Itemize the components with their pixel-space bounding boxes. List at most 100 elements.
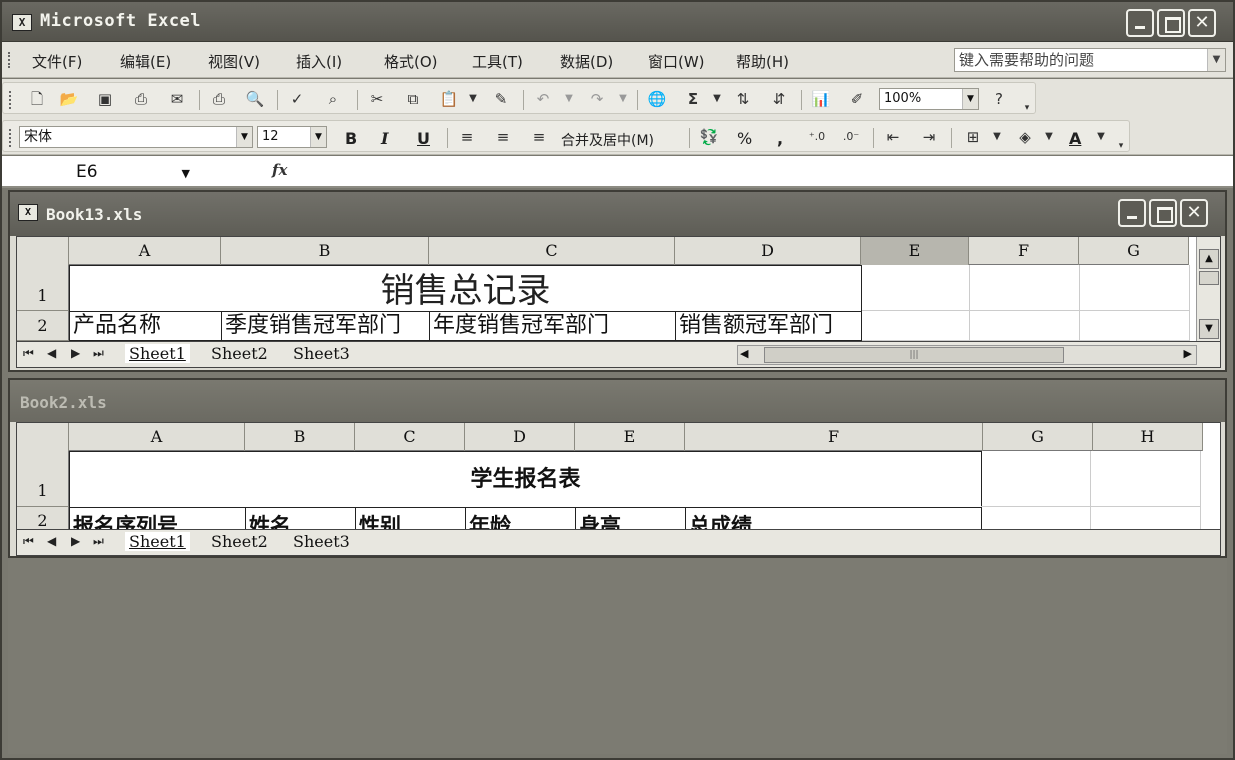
column-header-c[interactable]: C <box>355 423 465 451</box>
chevron-down-icon[interactable]: ▼ <box>463 90 483 108</box>
cell-f2[interactable] <box>970 311 1080 341</box>
research-icon[interactable]: ⌕ <box>323 90 343 108</box>
row-header-2[interactable]: 2 <box>17 507 69 529</box>
redo-icon[interactable]: ↷ <box>587 90 607 108</box>
formula-input[interactable] <box>298 160 1218 184</box>
sort-descending-icon[interactable]: ⇵ <box>769 90 789 108</box>
open-icon[interactable]: 📂 <box>59 90 79 108</box>
column-header-g[interactable]: G <box>983 423 1093 451</box>
menu-edit[interactable]: 编辑(E) <box>120 51 171 72</box>
row-header-1[interactable]: 1 <box>17 265 69 311</box>
close-button[interactable]: ✕ <box>1180 199 1208 227</box>
cell-f1[interactable] <box>970 265 1080 311</box>
align-left-icon[interactable]: ≡ <box>457 128 477 146</box>
cell-a2[interactable]: 报名序列号 <box>69 507 246 529</box>
comma-style-button[interactable]: , <box>777 129 783 148</box>
help-question-input[interactable]: 键入需要帮助的问题 ▼ <box>954 48 1226 72</box>
format-painter-icon[interactable]: ✎ <box>491 90 511 108</box>
insert-function-icon[interactable]: fx <box>272 161 287 179</box>
column-header-d[interactable]: D <box>465 423 575 451</box>
menu-file[interactable]: 文件(F) <box>32 51 82 72</box>
horizontal-scroll-thumb[interactable]: ||| <box>764 347 1064 363</box>
next-sheet-icon[interactable]: ▶ <box>71 534 80 548</box>
last-sheet-icon[interactable]: ⏭ <box>93 346 104 361</box>
menu-window[interactable]: 窗口(W) <box>648 51 705 72</box>
chevron-down-icon[interactable]: ▼ <box>236 127 252 147</box>
decrease-decimal-icon[interactable]: .0⁻ <box>841 128 861 146</box>
font-size-select[interactable]: 12 ▼ <box>257 126 327 148</box>
chevron-down-icon[interactable]: ▼ <box>987 128 1007 146</box>
toolbar-options-icon[interactable]: ▾ <box>1017 99 1037 117</box>
save-icon[interactable]: ▣ <box>95 90 115 108</box>
chevron-down-icon[interactable]: ▼ <box>310 127 326 147</box>
sheet-tab-sheet2[interactable]: Sheet2 <box>211 344 268 363</box>
new-icon[interactable]: 🗋 <box>27 90 47 108</box>
italic-button[interactable]: I <box>381 129 388 148</box>
column-header-g[interactable]: G <box>1079 237 1189 265</box>
chevron-down-icon[interactable]: ▼ <box>1039 128 1059 146</box>
scroll-right-icon[interactable]: ▶ <box>1184 347 1192 360</box>
increase-decimal-icon[interactable]: ⁺.0 <box>807 128 827 146</box>
cell-g2[interactable] <box>1080 311 1190 341</box>
cell-b2[interactable]: 姓名 <box>245 507 356 529</box>
close-button[interactable]: ✕ <box>1188 9 1216 37</box>
cell-e2[interactable]: 身高 <box>575 507 686 529</box>
row-header-2[interactable]: 2 <box>17 311 69 341</box>
cell-f2[interactable]: 总成绩 <box>685 507 982 529</box>
select-all-corner[interactable] <box>17 237 69 265</box>
cell-e2[interactable] <box>862 311 970 341</box>
email-icon[interactable]: ✉ <box>167 90 187 108</box>
column-header-e[interactable]: E <box>575 423 685 451</box>
merged-title-cell[interactable]: 销售总记录 <box>69 265 862 312</box>
print-icon[interactable]: ⎙ <box>209 90 229 108</box>
excel-app-icon[interactable]: X <box>12 14 32 31</box>
menu-help[interactable]: 帮助(H) <box>736 51 789 72</box>
maximize-button[interactable] <box>1149 199 1177 227</box>
maximize-button[interactable] <box>1157 9 1185 37</box>
minimize-button[interactable] <box>1118 199 1146 227</box>
select-all-corner[interactable] <box>17 423 69 451</box>
hyperlink-icon[interactable]: 🌐 <box>647 90 667 108</box>
sheet-tab-sheet1[interactable]: Sheet1 <box>125 532 190 551</box>
next-sheet-icon[interactable]: ▶ <box>71 346 80 360</box>
column-header-e[interactable]: E <box>861 237 969 265</box>
permission-icon[interactable]: ⎙ <box>131 90 151 108</box>
fill-color-icon[interactable]: ◈ <box>1015 128 1035 146</box>
cell-g2[interactable] <box>981 507 1091 529</box>
chevron-down-icon[interactable]: ▼ <box>559 90 579 108</box>
cell-b2[interactable]: 季度销售冠军部门 <box>221 311 430 341</box>
print-preview-icon[interactable]: 🔍 <box>245 90 265 108</box>
column-header-f[interactable]: F <box>969 237 1079 265</box>
horizontal-scrollbar[interactable]: ◀ ||| ▶ <box>737 345 1197 365</box>
column-header-c[interactable]: C <box>429 237 675 265</box>
menu-view[interactable]: 视图(V) <box>208 51 260 72</box>
chart-wizard-icon[interactable]: 📊 <box>811 90 831 108</box>
bold-button[interactable]: B <box>345 129 357 148</box>
undo-icon[interactable]: ↶ <box>533 90 553 108</box>
cell-h1[interactable] <box>1091 451 1201 507</box>
chevron-down-icon[interactable]: ▼ <box>1091 128 1111 146</box>
cell-g1[interactable] <box>981 451 1091 507</box>
cell-d2[interactable]: 年龄 <box>465 507 576 529</box>
column-header-b[interactable]: B <box>245 423 355 451</box>
column-header-h[interactable]: H <box>1093 423 1203 451</box>
scroll-thumb[interactable] <box>1199 271 1219 285</box>
column-header-f[interactable]: F <box>685 423 983 451</box>
prev-sheet-icon[interactable]: ◀ <box>47 346 56 360</box>
chevron-down-icon[interactable]: ▼ <box>182 162 190 186</box>
column-header-d[interactable]: D <box>675 237 861 265</box>
paste-icon[interactable]: 📋 <box>439 90 459 108</box>
chevron-down-icon[interactable]: ▼ <box>707 90 727 108</box>
chevron-down-icon[interactable]: ▼ <box>962 89 978 109</box>
cell-e1[interactable] <box>862 265 970 311</box>
font-name-select[interactable]: 宋体 ▼ <box>19 126 253 148</box>
chevron-down-icon[interactable]: ▼ <box>1207 49 1225 71</box>
menu-data[interactable]: 数据(D) <box>560 51 613 72</box>
toolbar-grip[interactable] <box>9 91 11 109</box>
autosum-icon[interactable]: Σ <box>683 90 703 108</box>
cell-c2[interactable]: 年度销售冠军部门 <box>429 311 676 341</box>
drawing-icon[interactable]: ✐ <box>847 90 867 108</box>
spelling-icon[interactable]: ✓ <box>287 90 307 108</box>
prev-sheet-icon[interactable]: ◀ <box>47 534 56 548</box>
menu-tools[interactable]: 工具(T) <box>472 51 523 72</box>
